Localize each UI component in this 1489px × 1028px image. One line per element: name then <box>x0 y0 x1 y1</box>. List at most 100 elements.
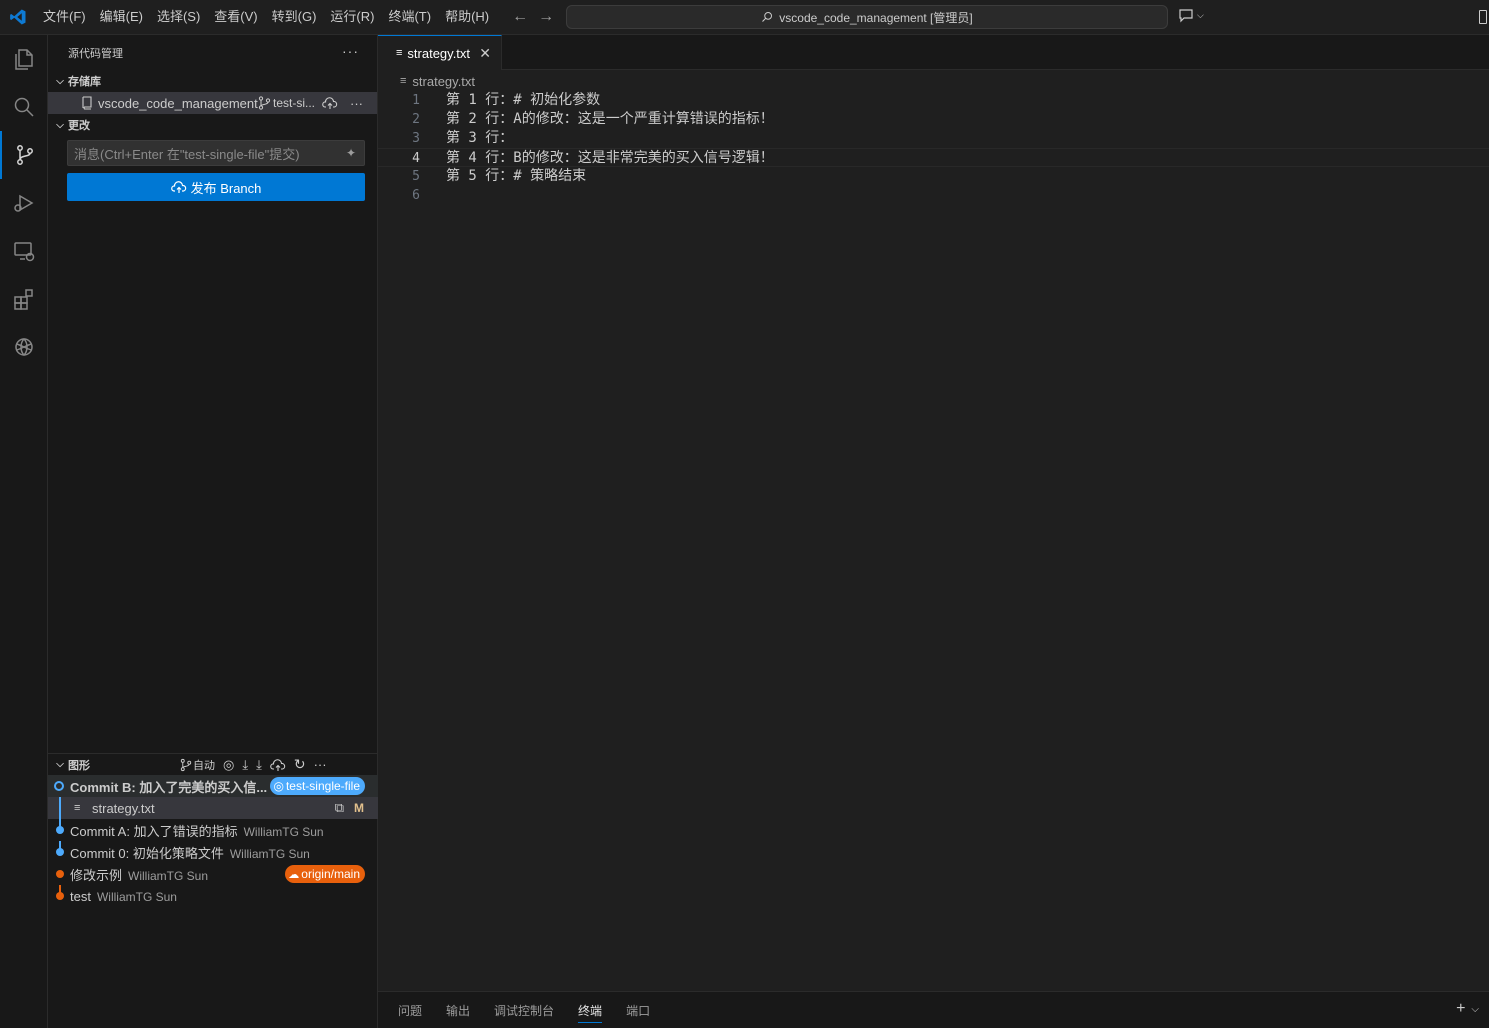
graph-commit-row[interactable]: Commit 0: 初始化策略文件 WilliamTG Sun <box>48 841 378 863</box>
line-text: 第 5 行：# 策略结束 <box>446 168 587 184</box>
graph-commit-row[interactable]: Commit B: 加入了完美的买入信... ◎ test-single-fil… <box>48 775 378 797</box>
branch-name: test-si... <box>273 96 316 110</box>
repository-row[interactable]: vscode_code_management test-si... ··· <box>48 92 377 114</box>
search-icon[interactable] <box>0 83 48 131</box>
chat-sparkle-icon <box>1179 9 1193 23</box>
cloud-upload-icon[interactable] <box>322 96 338 110</box>
commit-node-current <box>54 781 64 791</box>
graph-more-icon[interactable]: ··· <box>314 757 327 772</box>
graph-section-header[interactable]: ⌵ 图形 自动 ◎ ⤓ ⤓ ↻ ··· <box>48 753 378 775</box>
line-text: 第 3 行： <box>446 130 514 146</box>
toggle-panel-icon[interactable] <box>1479 10 1487 24</box>
pull-icon[interactable]: ⤓ <box>256 757 262 773</box>
menu-help[interactable]: 帮助(H) <box>438 5 496 29</box>
menu-view[interactable]: 查看(V) <box>207 5 264 29</box>
commit-author: WilliamTG Sun <box>229 846 310 861</box>
tab-strategy-txt[interactable]: ≡ strategy.txt ✕ <box>378 35 502 70</box>
branch-indicator[interactable]: test-si... <box>258 96 315 110</box>
menu-file[interactable]: 文件(F) <box>36 5 93 29</box>
chevron-down-icon: ⌵ <box>56 759 64 770</box>
sparkle-icon[interactable]: ✦ <box>346 146 356 160</box>
chatgpt-icon[interactable] <box>0 323 48 371</box>
graph-section: ⌵ 图形 自动 ◎ ⤓ ⤓ ↻ ··· Commit B: 加入了完美的买入信.… <box>48 753 378 907</box>
more-actions-icon[interactable]: ··· <box>342 43 359 59</box>
extensions-icon[interactable] <box>0 275 48 323</box>
title-bar: 文件(F) 编辑(E) 选择(S) 查看(V) 转到(G) 运行(R) 终端(T… <box>0 0 1489 35</box>
publish-branch-button[interactable]: 发布 Branch <box>67 173 365 201</box>
remote-branch-badge: ☁ origin/main <box>285 865 365 883</box>
graph-commit-row[interactable]: test WilliamTG Sun <box>48 885 378 907</box>
changes-label: 更改 <box>68 120 90 132</box>
code-line[interactable]: 5 第 5 行：# 策略结束 <box>378 167 1489 186</box>
open-file-icon[interactable]: ⧉ <box>335 800 344 816</box>
plus-icon[interactable]: + <box>1456 1000 1465 1018</box>
editor-area: ≡ strategy.txt ✕ ≡ strategy.txt 1 第 1 行：#… <box>378 35 1489 991</box>
tab-problems[interactable]: 问题 <box>398 997 422 1023</box>
commit-message: Commit 0: 初始化策略文件 <box>70 845 224 861</box>
code-line[interactable]: 6 <box>378 186 1489 205</box>
line-number: 1 <box>412 93 420 108</box>
fetch-icon[interactable]: ⤓ <box>242 757 248 773</box>
chevron-down-icon: ⌵ <box>1197 9 1204 20</box>
back-arrow-icon[interactable]: ← <box>512 8 528 26</box>
command-center-text: vscode_code_management [管理员] <box>779 10 973 25</box>
graph-commit-row[interactable]: 修改示例 WilliamTG Sun ☁ origin/main <box>48 863 378 885</box>
file-name: strategy.txt <box>92 800 155 816</box>
line-number: 3 <box>412 131 420 146</box>
branch-badge: ◎ test-single-file <box>270 777 365 795</box>
file-lines-icon: ≡ <box>400 75 407 87</box>
graph-commit-row[interactable]: Commit A: 加入了错误的指标 WilliamTG Sun <box>48 819 378 841</box>
chevron-down-icon[interactable]: ⌵ <box>1471 1004 1479 1015</box>
code-line[interactable]: 1 第 1 行：# 初始化参数 <box>378 91 1489 110</box>
sidebar-header: 源代码管理 ··· <box>48 35 377 70</box>
tab-terminal[interactable]: 终端 <box>578 997 603 1023</box>
code-line[interactable]: 3 第 3 行： <box>378 129 1489 148</box>
forward-arrow-icon[interactable]: → <box>538 8 554 26</box>
code-editor[interactable]: 1 第 1 行：# 初始化参数 2 第 2 行：A的修改：这是一个严重计算错误的指标… <box>378 91 1489 205</box>
repositories-label: 存储库 <box>68 76 101 88</box>
command-center[interactable]: vscode_code_management [管理员] <box>566 5 1168 29</box>
tab-output[interactable]: 输出 <box>446 997 470 1023</box>
menu-terminal[interactable]: 终端(T) <box>381 5 438 29</box>
refresh-icon[interactable]: ↻ <box>294 756 306 773</box>
commit-message-input[interactable]: 消息(Ctrl+Enter 在"test-single-file"提交) ✦ <box>67 140 365 166</box>
commit-author: WilliamTG Sun <box>128 868 209 883</box>
copilot-chat-button[interactable]: ⌵ <box>1178 7 1204 23</box>
commit-node <box>56 870 64 878</box>
source-control-icon[interactable] <box>0 131 48 179</box>
changes-section-header[interactable]: ⌵ 更改 <box>48 114 377 136</box>
file-lines-icon: ≡ <box>74 802 81 814</box>
graph-file-row[interactable]: ≡ strategy.txt ⧉ M <box>48 797 378 819</box>
menu-edit[interactable]: 编辑(E) <box>93 5 150 29</box>
target-icon[interactable]: ◎ <box>223 757 234 773</box>
commit-message: 修改示例 <box>70 867 123 883</box>
commit-message-with-author: 修改示例 WilliamTG Sun <box>70 865 208 884</box>
explorer-icon[interactable] <box>0 35 48 83</box>
commit-message-with-author: Commit 0: 初始化策略文件 WilliamTG Sun <box>70 843 310 862</box>
menu-run[interactable]: 运行(R) <box>323 5 381 29</box>
graph-branch-filter[interactable]: 自动 <box>180 757 215 773</box>
run-debug-icon[interactable] <box>0 179 48 227</box>
branch-badge-label: test-single-file <box>285 779 360 793</box>
line-text: 第 1 行：# 初始化参数 <box>446 92 601 108</box>
close-icon[interactable]: ✕ <box>479 45 491 62</box>
repo-more-icon[interactable]: ··· <box>350 96 363 111</box>
breadcrumb[interactable]: ≡ strategy.txt <box>378 70 1489 92</box>
remote-explorer-icon[interactable] <box>0 227 48 275</box>
commit-message: Commit A: 加入了错误的指标 <box>70 823 238 839</box>
repo-icon <box>82 96 92 110</box>
code-line-current[interactable]: 4 第 4 行：B的修改：这是非常完美的买入信号逻辑！ <box>378 148 1489 167</box>
code-line[interactable]: 2 第 2 行：A的修改：这是一个严重计算错误的指标！ <box>378 110 1489 129</box>
chevron-down-icon: ⌵ <box>56 75 64 87</box>
menu-go[interactable]: 转到(G) <box>265 5 324 29</box>
target-icon: ◎ <box>273 779 284 793</box>
cloud-upload-icon[interactable] <box>270 758 286 772</box>
tab-ports[interactable]: 端口 <box>626 997 650 1023</box>
breadcrumb-file: strategy.txt <box>412 73 476 89</box>
repositories-section-header[interactable]: ⌵ 存储库 <box>48 70 377 92</box>
git-branch-icon <box>180 758 192 771</box>
tab-debug-console[interactable]: 调试控制台 <box>494 997 554 1023</box>
publish-branch-label: 发布 Branch <box>190 180 262 196</box>
commit-message-with-author: Commit A: 加入了错误的指标 WilliamTG Sun <box>70 821 324 840</box>
menu-selection[interactable]: 选择(S) <box>150 5 207 29</box>
